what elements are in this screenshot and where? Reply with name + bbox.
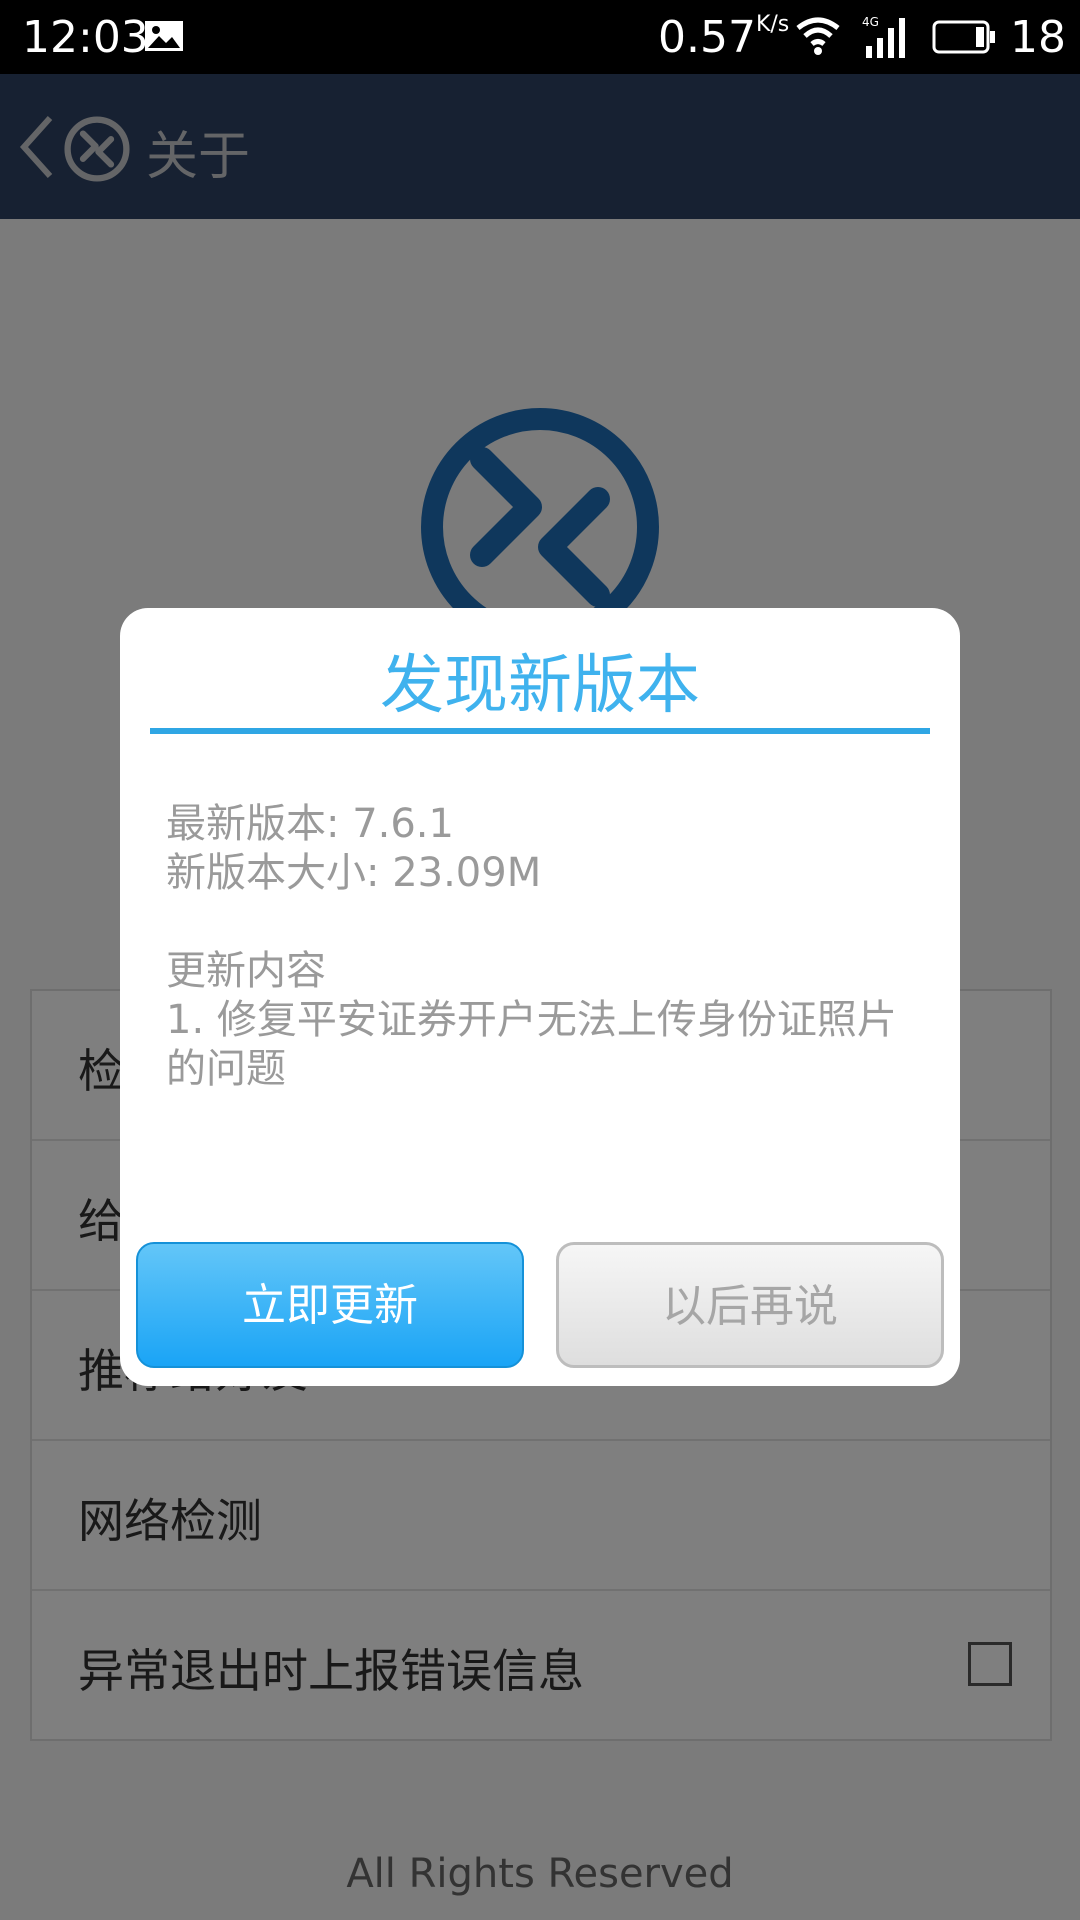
update-content-item: 1. 修复平安证券开户无法上传身份证照片的问题 [166,997,897,1092]
battery-icon [932,20,995,54]
later-button[interactable]: 以后再说 [556,1242,944,1368]
network-speed: 0.57K/s [658,12,790,63]
4g-signal-icon: 4G [862,15,905,58]
update-dialog: 发现新版本 最新版本: 7.6.1 新版本大小: 23.09M 更新内容 1. … [120,608,960,1386]
update-now-button[interactable]: 立即更新 [136,1242,524,1368]
wifi-icon [796,17,840,55]
status-bar: 12:03 0.57K/s 4G 18 [0,0,1080,74]
status-time: 12:03 [22,12,149,63]
dialog-title-divider [150,728,930,734]
latest-version-text: 最新版本: 7.6.1 [166,801,454,847]
image-icon [145,21,183,51]
dialog-title: 发现新版本 [380,649,700,723]
update-content-heading: 更新内容 [166,948,326,994]
battery-percent: 18 [1010,12,1066,63]
dialog-body: 最新版本: 7.6.1 新版本大小: 23.09M 更新内容 1. 修复平安证券… [166,800,926,1094]
svg-text:4G: 4G [862,15,879,29]
network-speed-unit: K/s [755,12,790,37]
new-size-text: 新版本大小: 23.09M [166,850,542,896]
